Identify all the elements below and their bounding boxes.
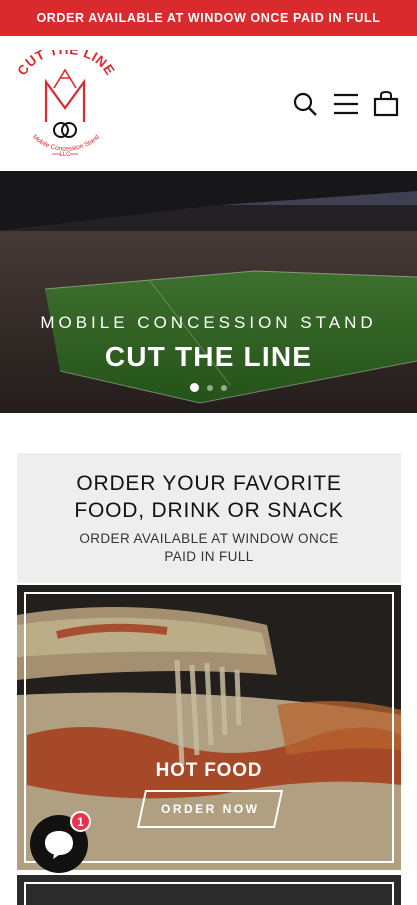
order-intro-section: ORDER YOUR FAVORITE FOOD, DRINK OR SNACK… — [17, 453, 401, 583]
brand-logo[interactable]: CUT THE LINE Mobile Concession Stand LLC — [14, 42, 117, 158]
order-heading: ORDER YOUR FAVORITE FOOD, DRINK OR SNACK — [17, 470, 401, 524]
cart-icon[interactable] — [371, 89, 401, 119]
slide-dot-2[interactable] — [207, 384, 213, 391]
announcement-text: ORDER AVAILABLE AT WINDOW ONCE PAID IN F… — [36, 11, 381, 25]
hero-title: CUT THE LINE — [104, 341, 313, 372]
svg-text:CUT THE LINE: CUT THE LINE — [14, 50, 116, 78]
order-subheading-line2: PAID IN FULL — [164, 549, 254, 564]
chat-icon — [45, 831, 73, 859]
logo-llc: LLC — [59, 152, 71, 158]
slide-dot-1[interactable] — [190, 383, 199, 392]
logo-text: CUT THE LINE — [14, 42, 117, 78]
order-now-button[interactable]: ORDER NOW — [136, 790, 284, 828]
search-icon[interactable] — [290, 89, 320, 119]
order-heading-line1: ORDER YOUR FAVORITE — [76, 472, 342, 495]
site-header: CUT THE LINE Mobile Concession Stand LLC — [0, 36, 417, 171]
chat-badge: 1 — [70, 811, 91, 832]
hero-slideshow[interactable]: MOBILE CONCESSION STAND CUT THE LINE — [0, 171, 417, 413]
slide-dot-3[interactable] — [221, 384, 227, 391]
next-card-frame — [24, 882, 394, 905]
next-card[interactable] — [17, 875, 401, 905]
slide-dots — [0, 383, 417, 392]
order-now-label: ORDER NOW — [160, 802, 260, 816]
order-subheading: ORDER AVAILABLE AT WINDOW ONCE PAID IN F… — [17, 530, 401, 566]
menu-icon[interactable] — [331, 89, 361, 119]
order-subheading-line1: ORDER AVAILABLE AT WINDOW ONCE — [79, 531, 339, 546]
announcement-bar: ORDER AVAILABLE AT WINDOW ONCE PAID IN F… — [0, 0, 417, 36]
hero-subtitle: MOBILE CONCESSION STAND — [40, 313, 377, 332]
stadium-image — [0, 171, 417, 413]
card-title: HOT FOOD — [155, 760, 263, 781]
order-heading-line2: FOOD, DRINK OR SNACK — [74, 499, 344, 522]
